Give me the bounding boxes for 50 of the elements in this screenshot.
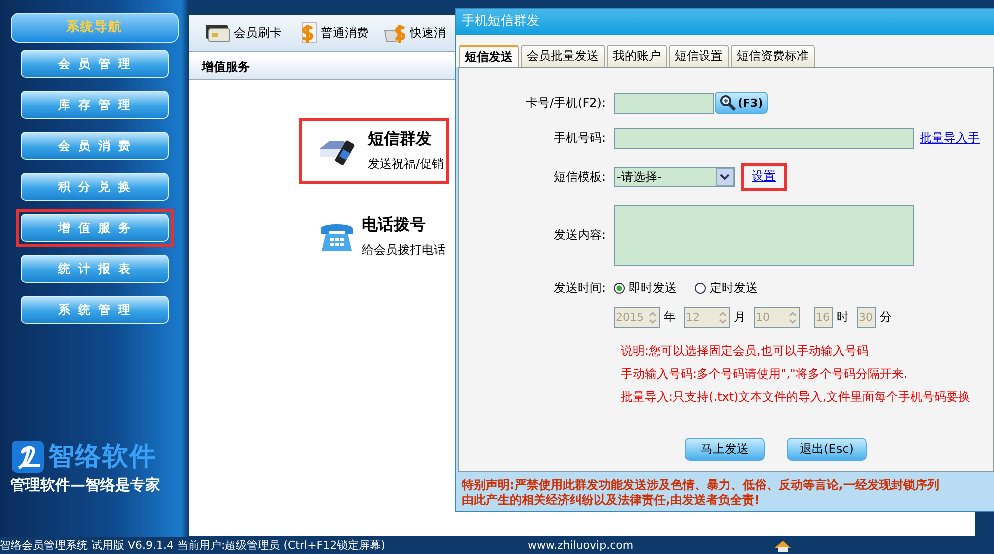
note-text: 手动输入号码:多个号码请使用","将多个号码分隔开来. xyxy=(621,366,909,383)
input-field[interactable] xyxy=(614,128,914,149)
field-label: 短信模板: xyxy=(552,168,607,186)
service-title: 电话拨号 xyxy=(362,215,427,236)
field-label: 发送时间: xyxy=(552,280,607,297)
field-label: 手机号码: xyxy=(552,130,607,147)
service-title: 短信群发 xyxy=(368,129,433,150)
settings-link[interactable]: 设置 xyxy=(741,163,787,191)
tab[interactable]: 短信资费标准 xyxy=(731,45,815,67)
unit-label: 年 xyxy=(664,309,676,326)
unit-label: 时 xyxy=(837,309,849,326)
dialog-button[interactable]: 马上发送 xyxy=(685,438,765,461)
dialog-button[interactable]: 退出(Esc) xyxy=(787,438,867,461)
status-text: 智络会员管理系统 试用版 V6.9.1.4 当前用户:超级管理员 (Ctrl+F12锁定屏幕) xyxy=(0,538,386,553)
logo-slogan: 管理软件—智络是专家 xyxy=(10,476,160,495)
dialog-title: 手机短信群发 xyxy=(456,9,994,35)
unit-label: 分 xyxy=(880,309,892,326)
toolbar-button[interactable]: 快速消 xyxy=(383,21,446,45)
note-text: 说明:您可以选择固定会员,也可以手动输入号码 xyxy=(621,343,870,360)
sidebar-title: 系统导航 xyxy=(10,13,178,43)
tab[interactable]: 短信设置 xyxy=(669,45,729,67)
field-label: 卡号/手机(F2): xyxy=(525,94,607,112)
tab[interactable]: 我的账户 xyxy=(607,45,667,67)
tab[interactable]: 短信发送 xyxy=(459,45,519,67)
unit-label: 月 xyxy=(734,309,746,326)
logo-icon xyxy=(10,440,44,474)
tab[interactable]: 会员批量发送 xyxy=(521,45,605,67)
logo-name: 智络软件 xyxy=(48,441,156,474)
caret-icon xyxy=(716,168,734,186)
note-text: 批量导入:只支持(.txt)文本文件的导入,文件里面每个手机号码要换 xyxy=(621,389,972,406)
search-button[interactable]: (F3) xyxy=(715,92,768,114)
service-tile[interactable]: 电话拨号 给会员拨打电话 xyxy=(299,204,451,270)
notice-text: 由此产生的相关经济纠纷以及法律责任,由发送者负全责! xyxy=(462,493,762,508)
radio-option[interactable]: 定时发送 xyxy=(695,280,758,297)
toolbar-button[interactable]: 会员刷卡 xyxy=(205,23,282,43)
template-dropdown[interactable]: -请选择- xyxy=(614,167,735,187)
import-link[interactable]: 批量导入手 xyxy=(920,130,980,147)
toolbar-button[interactable]: 普通消费 xyxy=(296,21,369,45)
radio-option[interactable]: 即时发送 xyxy=(614,280,677,297)
input-field[interactable] xyxy=(614,92,714,114)
notice-text: 特别声明:严禁使用此群发功能发送涉及色情、暴力、低俗、反动等言论,一经发现封锁序列 xyxy=(462,478,940,493)
message-field[interactable] xyxy=(614,205,914,266)
service-description: 发送祝福/促销 xyxy=(368,156,444,173)
service-description: 给会员拨打电话 xyxy=(362,242,446,259)
website-text: www.zhiluovip.com xyxy=(528,539,634,552)
card-icon xyxy=(205,23,231,43)
field-label: 发送内容: xyxy=(552,227,607,244)
service-tile[interactable]: 短信群发 发送祝福/促销 xyxy=(299,118,450,184)
home-icon xyxy=(774,540,792,552)
search-icon xyxy=(720,95,736,111)
